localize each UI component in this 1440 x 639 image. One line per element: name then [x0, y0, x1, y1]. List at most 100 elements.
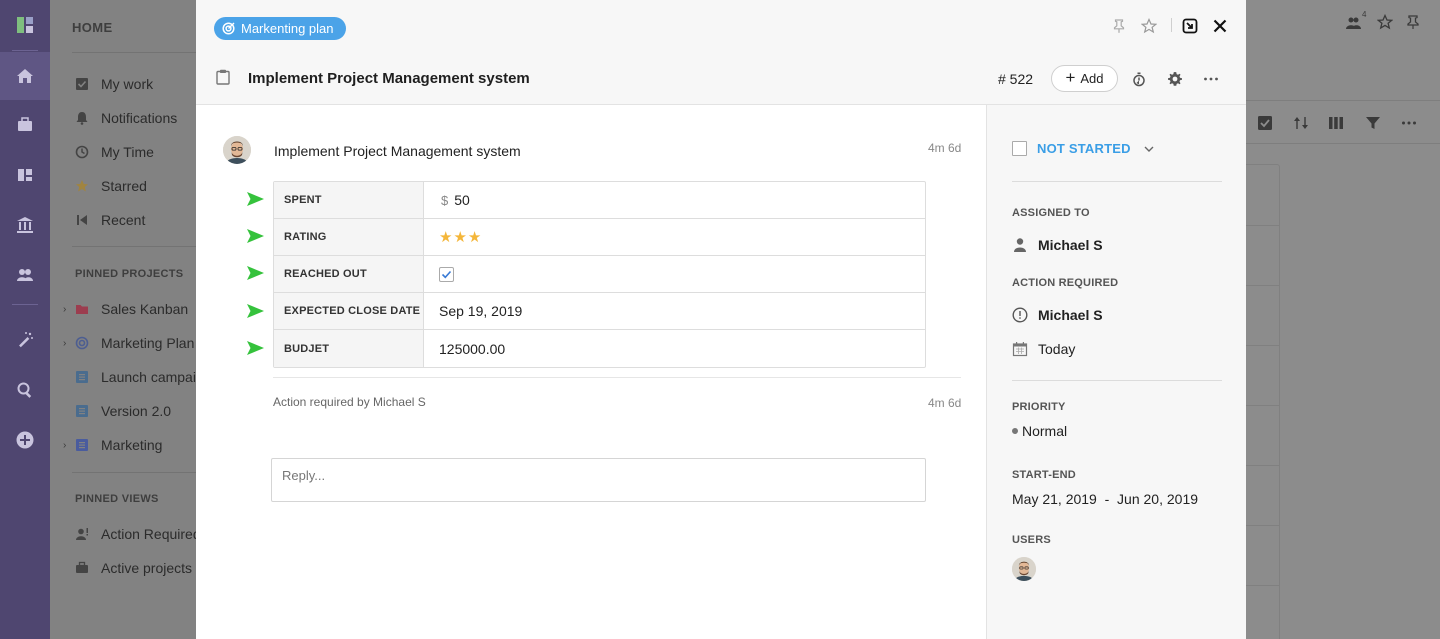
field-value-reached-out[interactable]: [424, 256, 925, 292]
sidebar-item-starred[interactable]: Starred: [75, 176, 147, 196]
pin-icon[interactable]: [1405, 14, 1421, 33]
team-icon[interactable]: [0, 260, 50, 290]
boards-icon[interactable]: [0, 160, 50, 190]
field-value-close-date[interactable]: Sep 19, 2019: [424, 293, 925, 329]
field-row-reached-out: REACHED OUT: [274, 256, 925, 293]
sidebar-item-recent[interactable]: Recent: [75, 210, 145, 230]
sidebar-item-label: Marketing Plan: [101, 335, 195, 351]
action-required-user[interactable]: Michael S: [1012, 307, 1103, 323]
filter-icon[interactable]: [1365, 115, 1381, 134]
task-title[interactable]: Implement Project Management system: [248, 70, 530, 87]
due-date-value: Today: [1038, 341, 1076, 357]
green-arrow-icon: [245, 340, 265, 356]
post-title: Implement Project Management system: [274, 143, 521, 159]
background-view: 4: [1226, 0, 1440, 639]
add-button[interactable]: + Add: [1051, 65, 1118, 92]
priority-value: Normal: [1022, 423, 1068, 439]
post-timestamp: 4m 6d: [928, 141, 962, 155]
activity-entry: Action required by Michael S: [273, 395, 426, 409]
alert-circle-icon: [1012, 307, 1028, 323]
priority[interactable]: Normal: [1012, 423, 1067, 439]
sidebar-heading: HOME: [72, 20, 113, 35]
search-icon[interactable]: [0, 375, 50, 405]
reply-input[interactable]: [271, 458, 926, 502]
chevron-right-icon[interactable]: ›: [63, 440, 66, 451]
home-icon[interactable]: [0, 52, 50, 100]
sidebar-item-my-work[interactable]: My work: [75, 74, 153, 94]
sort-icon[interactable]: [1293, 115, 1309, 134]
star-icon: [75, 179, 89, 193]
sidebar-project-sales-kanban[interactable]: Sales Kanban: [75, 299, 188, 319]
field-row-close-date: EXPECTED CLOSE DATE Sep 19, 2019: [274, 293, 925, 330]
start-end-label: START-END: [1012, 469, 1076, 481]
status-label: NOT STARTED: [1037, 141, 1131, 156]
field-value-rating[interactable]: ★★★: [424, 219, 925, 255]
sidebar-item-my-time[interactable]: My Time: [75, 142, 154, 162]
magic-wand-icon[interactable]: [0, 325, 50, 355]
due-date[interactable]: Today: [1012, 341, 1075, 357]
app-rail: [0, 0, 50, 639]
sidebar-project-launch-campaign[interactable]: Launch campaign: [75, 367, 196, 387]
briefcase-icon: [75, 561, 89, 575]
assignee[interactable]: Michael S: [1012, 237, 1103, 253]
priority-dot-icon: [1012, 428, 1018, 434]
project-chip[interactable]: Markenting plan: [214, 17, 346, 40]
sidebar-view-active-projects[interactable]: Active projects: [75, 558, 192, 578]
star-icon[interactable]: [1376, 13, 1394, 33]
chevron-right-icon[interactable]: ›: [63, 304, 66, 315]
star-icon[interactable]: [1139, 16, 1159, 36]
sidebar-item-label: Sales Kanban: [101, 301, 189, 317]
task-modal: Markenting plan Implement Project Manage…: [196, 0, 1246, 639]
app-logo-icon[interactable]: [0, 10, 50, 40]
plus-icon: +: [1065, 68, 1076, 87]
columns-icon[interactable]: [1328, 115, 1344, 134]
sidebar-item-label: Action Required: [101, 526, 196, 542]
close-icon[interactable]: [1210, 16, 1230, 36]
sidebar-item-label: Marketing: [101, 437, 163, 453]
sidebar-project-version-2[interactable]: Version 2.0: [75, 401, 171, 421]
priority-label: PRIORITY: [1012, 401, 1066, 413]
reached-out-checkbox[interactable]: [439, 266, 454, 282]
task-header: Markenting plan Implement Project Manage…: [196, 0, 1246, 105]
status-checkbox[interactable]: [1012, 141, 1027, 156]
rating-stars[interactable]: ★★★: [439, 228, 482, 246]
more-icon[interactable]: [1401, 115, 1417, 134]
more-icon[interactable]: [1202, 70, 1220, 88]
team-icon[interactable]: [1346, 15, 1362, 34]
assignee-name: Michael S: [1038, 237, 1103, 253]
briefcase-icon[interactable]: [0, 110, 50, 140]
chevron-right-icon[interactable]: ›: [63, 338, 66, 349]
currency-symbol: $: [441, 192, 449, 208]
start-end-dates[interactable]: May 21, 2019 - Jun 20, 2019: [1012, 491, 1198, 507]
user-icon: [1014, 238, 1026, 252]
timer-icon[interactable]: [1130, 70, 1148, 88]
green-arrow-icon: [245, 191, 265, 207]
sidebar-item-notifications[interactable]: Notifications: [75, 108, 177, 128]
sidebar-view-action-required[interactable]: Action Required: [75, 524, 196, 544]
sidebar-project-marketing-plan[interactable]: Marketing Plan: [75, 333, 194, 353]
sidebar: HOME My work Notifications My Time Starr…: [50, 0, 196, 639]
checkbox-icon[interactable]: [1257, 115, 1273, 134]
sidebar-project-marketing[interactable]: Marketing: [75, 435, 162, 455]
gear-icon[interactable]: [1166, 70, 1184, 88]
field-value-budget[interactable]: 125000.00: [424, 330, 925, 367]
custom-fields-table: SPENT $ 50 RATING ★★★ REACHED OUT EXPECT…: [273, 181, 926, 368]
collapse-icon[interactable]: [1180, 16, 1200, 36]
add-button-label: Add: [1080, 71, 1104, 86]
assigned-to-label: ASSIGNED TO: [1012, 207, 1090, 219]
calendar-icon: [1012, 342, 1028, 357]
bank-icon[interactable]: [0, 210, 50, 240]
status-dropdown[interactable]: NOT STARTED: [1012, 141, 1155, 156]
avatar[interactable]: [1012, 557, 1036, 581]
field-value-spent[interactable]: $ 50: [424, 182, 925, 218]
action-required-name: Michael S: [1038, 307, 1103, 323]
activity-timestamp: 4m 6d: [928, 396, 962, 410]
avatar[interactable]: [223, 136, 251, 164]
checkmark-icon: [441, 270, 452, 278]
pin-icon[interactable]: [1109, 16, 1129, 36]
target-icon: [75, 336, 89, 350]
field-key: BUDJET: [274, 330, 424, 367]
bell-icon: [75, 111, 89, 125]
create-icon[interactable]: [0, 425, 50, 455]
field-key: RATING: [274, 219, 424, 255]
